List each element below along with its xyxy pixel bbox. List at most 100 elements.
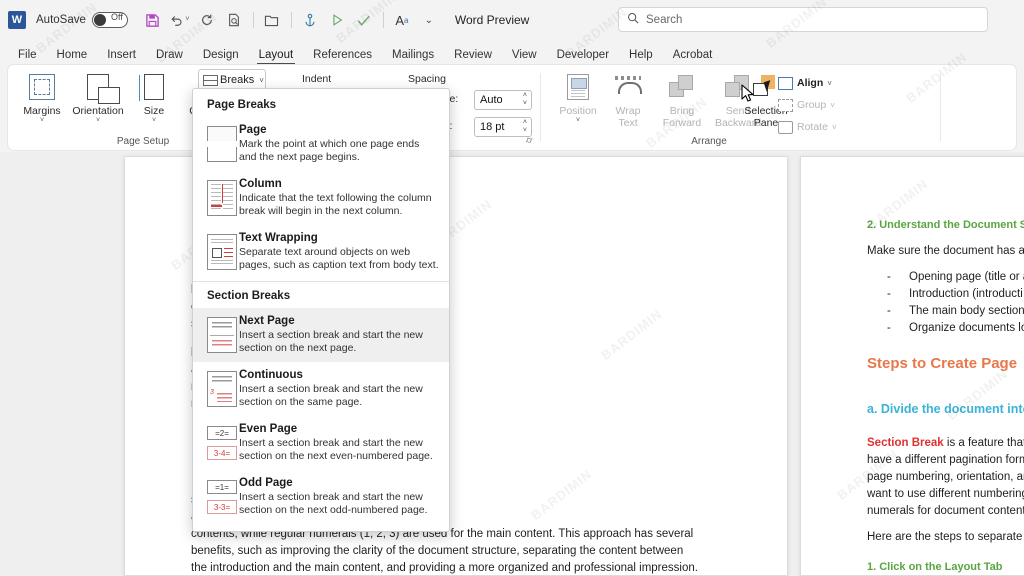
toggle-knob [94,14,106,26]
spacing-after-input[interactable]: 18 pt ˄˅ [474,117,532,137]
spacing-before-stepper[interactable]: ˄˅ [523,92,527,108]
rotate-button[interactable]: Rotate ˅ [778,118,837,136]
menu-divider [193,281,449,282]
margins-icon [14,71,70,103]
autosave-state-label: Off [111,12,123,22]
margins-label: Margins [23,105,60,117]
position-chevron-down-icon[interactable]: ˅ [550,117,606,125]
doc-right-bullet-list: -Opening page (title or a -Introduction … [887,269,1024,337]
check-icon[interactable] [351,7,377,33]
list-item: -Organize documents log [887,320,1024,337]
tab-review[interactable]: Review [444,47,502,65]
paragraph-dialog-launcher[interactable]: ⌭ [526,135,532,146]
print-preview-icon[interactable] [221,7,247,33]
rotate-chevron-down-icon[interactable]: ˅ [832,123,837,132]
tab-file[interactable]: File [8,47,47,65]
group-icon [778,99,793,112]
menu-item-next-page-break[interactable]: Next Page Insert a section break and sta… [193,308,449,362]
spacing-before-value: Auto [480,94,503,106]
save-icon[interactable] [140,7,166,33]
menu-item-text-wrapping-title: Text Wrapping [239,232,439,244]
margins-button[interactable]: Margins ˅ [14,71,70,125]
customize-quick-access-icon[interactable]: ⌄ [416,7,442,33]
menu-item-continuous-break[interactable]: 3 Continuous Insert a section break and … [193,362,449,416]
align-icon [778,77,793,90]
menu-item-column-desc: Indicate that the text following the col… [239,192,439,218]
rotate-label: Rotate [797,121,828,133]
orientation-label: Orientation [72,105,123,117]
margins-chevron-down-icon[interactable]: ˅ [14,117,70,125]
tab-acrobat[interactable]: Acrobat [663,47,723,65]
menu-item-next-page-desc: Insert a section break and start the new… [239,329,439,355]
title-bar: W AutoSave Off ˅ [0,0,1024,40]
tab-developer[interactable]: Developer [547,47,619,65]
menu-item-column-title: Column [239,178,439,190]
word-logo-icon: W [8,11,26,29]
redo-icon[interactable] [194,7,220,33]
spacing-after-stepper[interactable]: ˄˅ [523,119,527,135]
align-button[interactable]: Align ˅ [778,74,832,92]
size-button[interactable]: Size ˅ [126,71,182,125]
doc-right-heading-3: a. Divide the document into [867,402,1024,416]
menu-item-page-desc: Mark the point at which one page ends an… [239,138,439,164]
orientation-button[interactable]: Orientation ˅ [70,71,126,125]
play-icon[interactable] [324,7,350,33]
breaks-chevron-down-icon[interactable]: ˅ [259,76,264,85]
doc-right-para-3: Here are the steps to separate d [867,529,1024,546]
breaks-dropdown-menu[interactable]: Page Breaks Page Mark the point at which… [192,88,450,532]
menu-item-even-page-break[interactable]: =2= 3-4= Even Page Insert a section brea… [193,416,449,470]
menu-section-page-breaks: Page Breaks [193,93,449,117]
font-superscript-icon[interactable]: Aa [389,7,415,33]
group-button[interactable]: Group ˅ [778,96,835,114]
group-label: Group [797,99,826,111]
menu-item-column-break[interactable]: Column Indicate that the text following … [193,171,449,225]
ribbon-group-arrange: Position ˅ Wrap Text Bring Forward Send … [544,65,936,150]
tab-references[interactable]: References [303,47,382,65]
document-title: Word Preview [455,13,529,27]
menu-item-text-wrapping-desc: Separate text around objects on web page… [239,246,439,272]
align-chevron-down-icon[interactable]: ˅ [827,79,832,88]
menu-section-section-breaks: Section Breaks [193,284,449,308]
doc-right-para2-line1: Section Break is a feature that a [867,435,1024,452]
open-folder-icon[interactable] [259,7,285,33]
document-canvas[interactable]: mbers and Numbers in Word l to create a … [0,152,1024,576]
wrap-text-button[interactable]: Wrap Text [600,71,656,129]
bring-forward-button[interactable]: Bring Forward [654,71,710,129]
bullet-marker: - [887,269,909,286]
ribbon: Margins ˅ Orientation ˅ Size ˅ Columns ˅… [8,65,1016,150]
menu-item-odd-page-break[interactable]: =1= 3-3= Odd Page Insert a section break… [193,470,449,524]
position-label: Position [559,105,596,117]
size-chevron-down-icon[interactable]: ˅ [126,117,182,125]
tab-home[interactable]: Home [47,47,98,65]
tab-mailings[interactable]: Mailings [382,47,444,65]
autosave-toggle[interactable]: Off [92,12,128,28]
odd-page-icon-bottom-text: 3-3= [207,500,237,514]
anchor-icon[interactable] [297,7,323,33]
odd-page-icon-top-text: =1= [207,480,237,494]
menu-item-page-break[interactable]: Page Mark the point at which one page en… [193,117,449,171]
menu-item-text-wrapping-break[interactable]: Text Wrapping Separate text around objec… [193,225,449,279]
next-page-section-break-icon [205,315,239,355]
undo-icon[interactable]: ˅ [167,7,193,33]
column-break-icon [205,178,239,218]
tab-design[interactable]: Design [193,47,249,65]
search-box[interactable]: Search [618,7,988,32]
tab-layout[interactable]: Layout [249,47,304,65]
list-item: -Introduction (introducti [887,286,1024,303]
tab-draw[interactable]: Draw [146,47,193,65]
rotate-icon [778,121,793,134]
orientation-chevron-down-icon[interactable]: ˅ [70,117,126,125]
position-button[interactable]: Position ˅ [550,71,606,125]
autosave-label: AutoSave [36,14,86,26]
qat-separator-2 [291,12,292,28]
spacing-before-input[interactable]: Auto ˄˅ [474,90,532,110]
tab-help[interactable]: Help [619,47,663,65]
tab-insert[interactable]: Insert [97,47,146,65]
menu-item-even-page-desc: Insert a section break and start the new… [239,437,439,463]
document-page-right[interactable]: 2. Understand the Document St Make sure … [800,156,1024,576]
group-chevron-down-icon[interactable]: ˅ [830,101,835,110]
bullet-marker: - [887,286,909,303]
continuous-section-break-icon: 3 [205,369,239,409]
bring-forward-icon [654,71,710,103]
tab-view[interactable]: View [502,47,547,65]
